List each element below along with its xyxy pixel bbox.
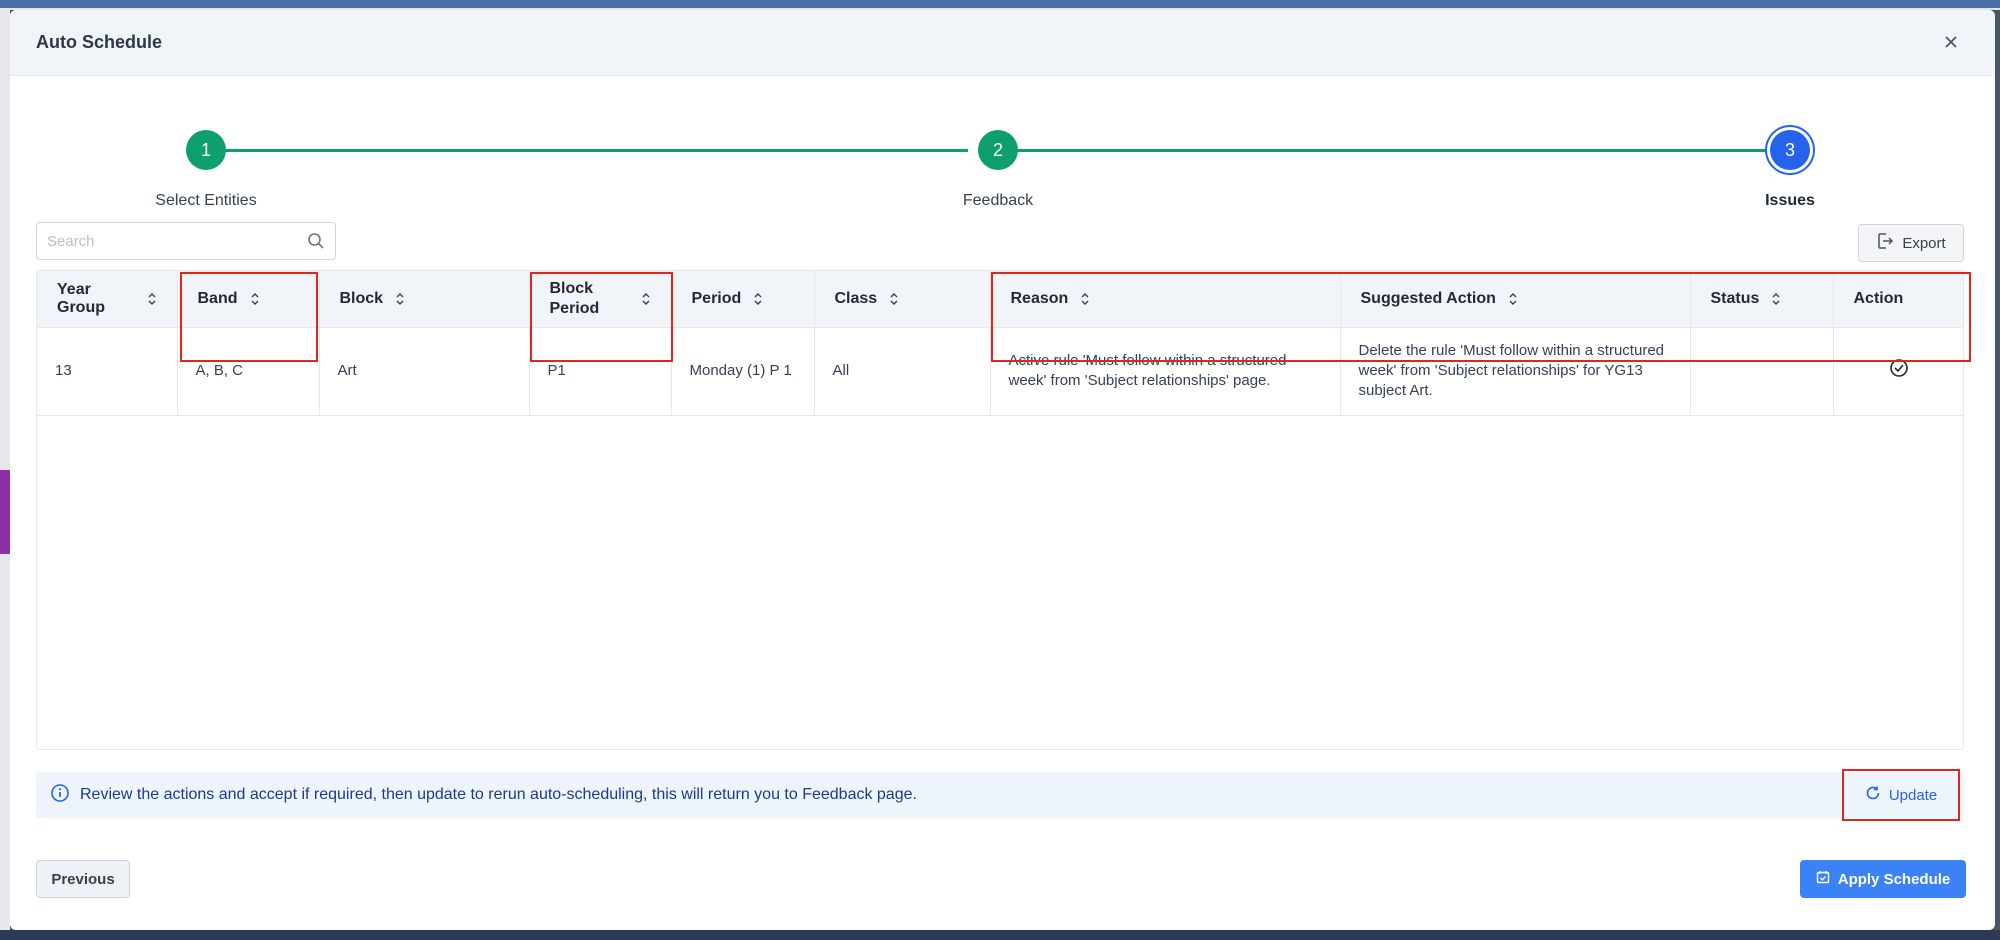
cell-reason: Active rule 'Must follow within a struct…	[990, 327, 1341, 416]
issues-table: Year Group Band Block Block Period Perio…	[36, 270, 1964, 750]
sort-icon[interactable]	[889, 292, 899, 306]
background-app-bottom	[0, 930, 2000, 940]
info-banner: Review the actions and accept if require…	[36, 772, 1964, 818]
sort-icon[interactable]	[1508, 292, 1518, 306]
apply-schedule-button[interactable]: Apply Schedule	[1800, 860, 1966, 898]
column-label: Period	[691, 289, 742, 307]
sort-icon[interactable]	[250, 292, 260, 306]
column-label: Block Period	[549, 279, 600, 317]
accept-check-icon[interactable]	[1889, 358, 1909, 384]
sort-icon[interactable]	[753, 292, 763, 306]
column-label: Year Group	[57, 280, 105, 316]
column-label: Band	[197, 289, 238, 307]
step-connector-1	[206, 149, 968, 152]
background-accent	[0, 470, 10, 554]
search-icon	[307, 232, 325, 250]
search-input[interactable]	[47, 232, 307, 250]
column-label: Block	[339, 289, 384, 307]
step-1-label: Select Entities	[155, 192, 257, 209]
background-app-topbar	[0, 0, 2000, 10]
table-header-row: Year Group Band Block Block Period Perio…	[37, 271, 1963, 328]
cell-action	[1833, 327, 1963, 416]
background-strip	[0, 0, 2000, 8]
column-label: Class	[834, 289, 878, 307]
export-icon	[1876, 232, 1894, 254]
column-label: Action	[1853, 289, 1904, 307]
column-label: Status	[1710, 289, 1760, 307]
sort-icon[interactable]	[395, 292, 405, 306]
cell-class: All	[814, 327, 991, 416]
table-row: 13 A, B, C Art P1 Monday (1) P 1 All Act…	[37, 327, 1963, 416]
step-1-indicator[interactable]: 1	[186, 130, 226, 170]
modal-header: Auto Schedule	[10, 10, 1995, 76]
stepper: 1 2 3 Select Entities Feedback Issues	[10, 76, 1995, 216]
refresh-icon	[1865, 785, 1881, 805]
column-header-period[interactable]: Period	[671, 271, 815, 328]
search-field[interactable]	[36, 222, 336, 260]
auto-schedule-modal: Auto Schedule 1 2 3 Select Entities Feed…	[10, 10, 1995, 930]
column-header-suggested-action[interactable]: Suggested Action	[1340, 271, 1691, 328]
column-label: Reason	[1010, 289, 1069, 307]
column-header-action: Action	[1833, 271, 1963, 328]
column-header-band[interactable]: Band	[177, 271, 320, 328]
cell-band: A, B, C	[177, 327, 320, 416]
step-3-label: Issues	[1765, 192, 1815, 209]
cell-block-period: P1	[529, 327, 672, 416]
column-header-reason[interactable]: Reason	[990, 271, 1341, 328]
calendar-check-icon	[1816, 870, 1830, 888]
step-2-indicator[interactable]: 2	[978, 130, 1018, 170]
column-header-block[interactable]: Block	[319, 271, 530, 328]
previous-button[interactable]: Previous	[36, 860, 130, 898]
step-connector-2	[1008, 149, 1770, 152]
close-icon[interactable]	[1943, 32, 1959, 54]
column-header-block-period[interactable]: Block Period	[529, 271, 672, 328]
column-header-class[interactable]: Class	[814, 271, 991, 328]
sort-icon[interactable]	[147, 292, 157, 306]
cell-year-group: 13	[37, 327, 178, 416]
cell-period: Monday (1) P 1	[671, 327, 815, 416]
step-2-label: Feedback	[962, 192, 1034, 209]
info-message: Review the actions and accept if require…	[80, 786, 917, 803]
column-header-status[interactable]: Status	[1690, 271, 1834, 328]
sort-icon[interactable]	[641, 292, 651, 306]
sort-icon[interactable]	[1080, 292, 1090, 306]
apply-schedule-label: Apply Schedule	[1837, 870, 1951, 888]
cell-suggested-action: Delete the rule 'Must follow within a st…	[1340, 327, 1691, 416]
modal-title: Auto Schedule	[36, 32, 163, 52]
cell-block: Art	[319, 327, 530, 416]
step-3-indicator[interactable]: 3	[1770, 130, 1810, 170]
cell-status	[1690, 327, 1834, 416]
sort-icon[interactable]	[1771, 292, 1781, 306]
column-label: Suggested Action	[1360, 289, 1496, 307]
update-button[interactable]: Update	[1848, 776, 1954, 814]
column-header-year-group[interactable]: Year Group	[37, 271, 178, 328]
update-label: Update	[1888, 786, 1938, 804]
export-label: Export	[1902, 234, 1946, 252]
info-icon	[50, 783, 70, 808]
background-app-left	[0, 8, 10, 940]
export-button[interactable]: Export	[1858, 224, 1964, 262]
